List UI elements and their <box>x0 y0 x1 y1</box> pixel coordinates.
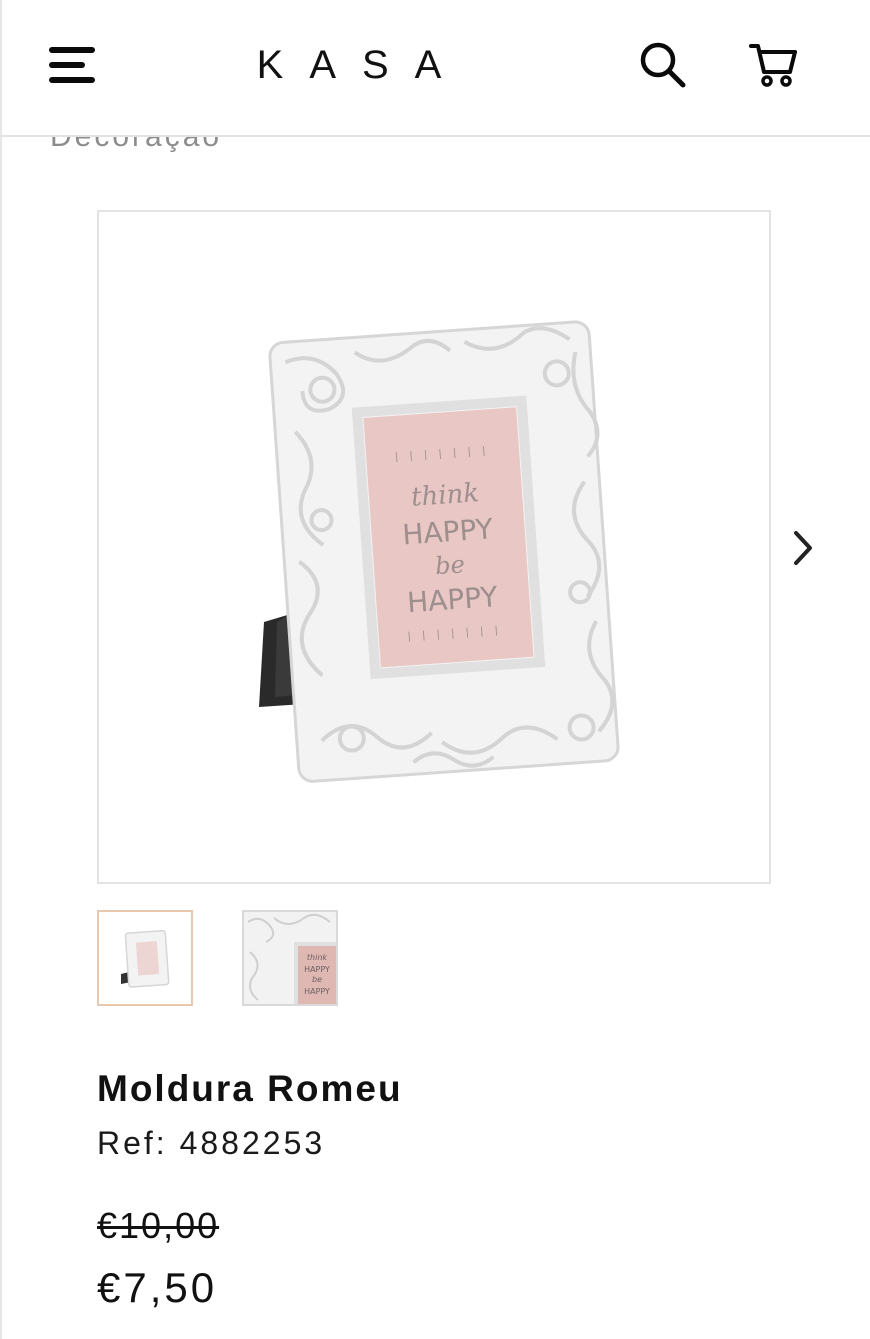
photo-frame-illustration: | | | | | | | think HAPPY be HAPPY | | |… <box>259 320 620 783</box>
thumbnail-frame-image <box>121 929 170 988</box>
kasa-logo[interactable]: KASA <box>239 40 471 90</box>
sale-price: €7,50 <box>97 1264 218 1311</box>
chevron-right-icon[interactable] <box>790 528 816 568</box>
product-title: Moldura Romeu <box>97 1068 403 1109</box>
svg-text:think: think <box>307 953 328 962</box>
cart-icon[interactable] <box>748 40 800 90</box>
left-edge-divider <box>0 0 2 1339</box>
thumbnail-2[interactable]: think HAPPY be HAPPY <box>242 910 338 1006</box>
thumbnail-1[interactable] <box>97 910 193 1006</box>
search-icon[interactable] <box>638 40 688 90</box>
hamburger-menu-icon[interactable] <box>46 44 100 90</box>
svg-text:HAPPY: HAPPY <box>304 987 330 996</box>
product-page: Decoração KASA <box>0 0 870 1339</box>
artwork-text-line4: HAPPY <box>406 580 499 619</box>
artwork-text-line3: be <box>434 550 465 580</box>
artwork-text-line1: think <box>410 478 480 513</box>
site-header: KASA <box>0 0 870 137</box>
svg-text:be: be <box>312 975 322 984</box>
original-price: €10,00 <box>97 1205 220 1246</box>
product-reference: Ref: 4882253 <box>97 1125 326 1161</box>
thumbnail-detail-image: think HAPPY be HAPPY <box>244 912 336 1004</box>
product-main-image[interactable]: | | | | | | | think HAPPY be HAPPY | | |… <box>97 210 771 884</box>
artwork-text-line2: HAPPY <box>401 512 494 551</box>
svg-text:HAPPY: HAPPY <box>304 965 330 974</box>
